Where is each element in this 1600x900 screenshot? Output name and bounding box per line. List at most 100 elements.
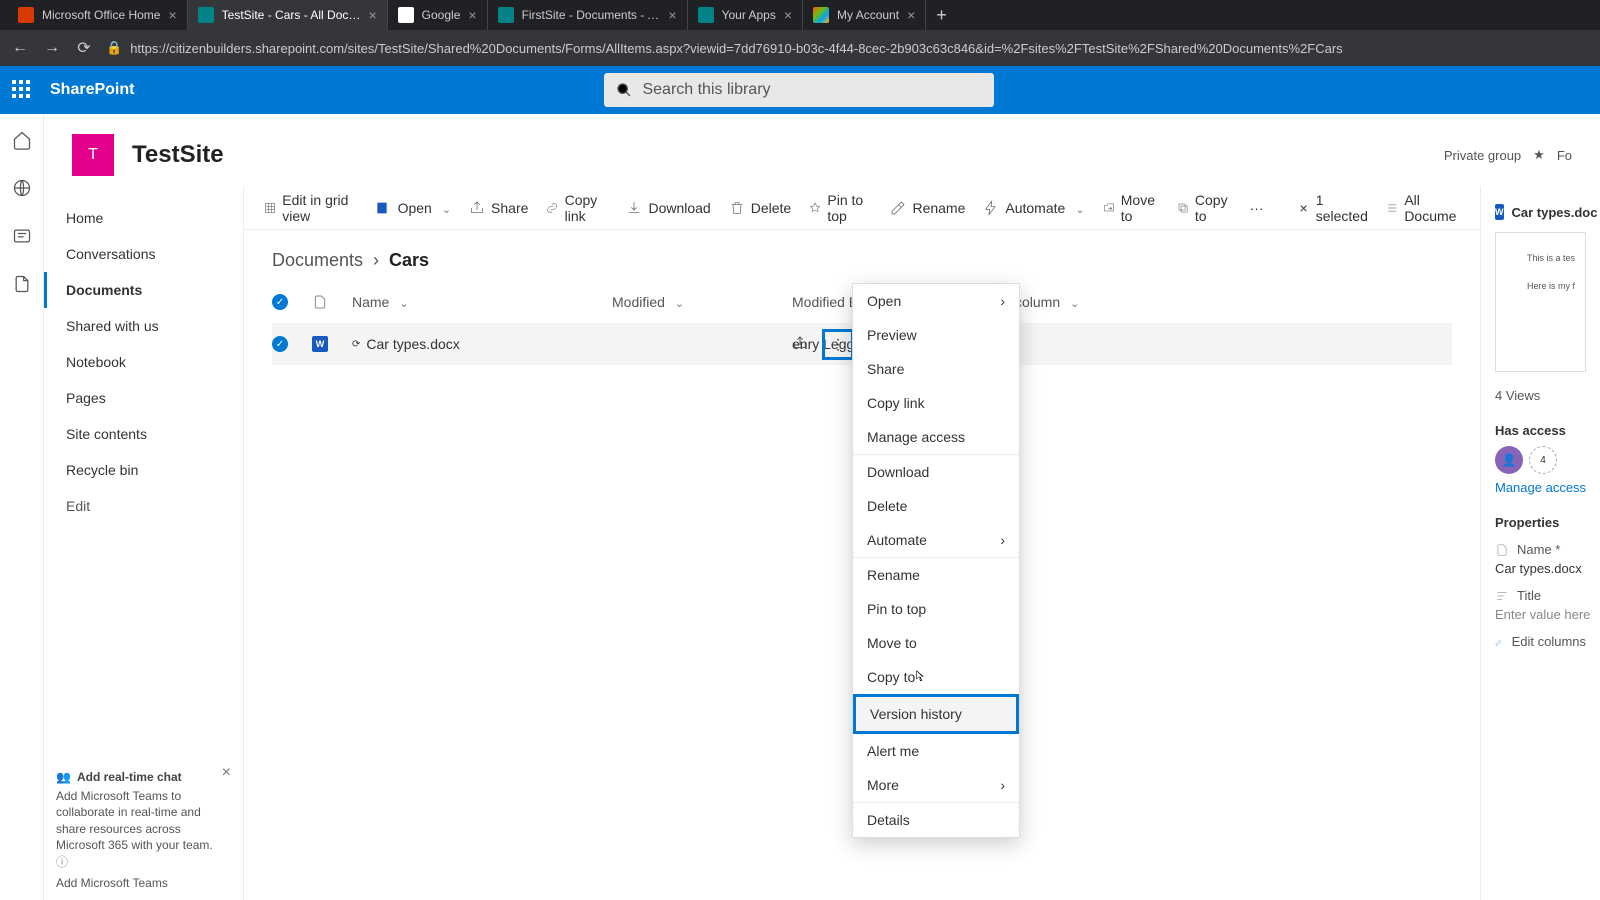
menu-open[interactable]: Open› bbox=[853, 284, 1019, 318]
tab-myaccount[interactable]: My Account× bbox=[803, 0, 926, 30]
more-actions-button[interactable]: ⋮ bbox=[822, 329, 854, 360]
address-bar: ← → ⟳ 🔒 https://citizenbuilders.sharepoi… bbox=[0, 30, 1600, 66]
teams-link[interactable]: Add Microsoft Teams bbox=[56, 876, 231, 890]
nav-shared[interactable]: Shared with us bbox=[44, 308, 243, 344]
nav-pages[interactable]: Pages bbox=[44, 380, 243, 416]
selection-info[interactable]: ×1 selected bbox=[1300, 192, 1368, 224]
file-preview[interactable]: This is a tes Here is my f bbox=[1495, 232, 1586, 372]
download-button[interactable]: Download bbox=[626, 200, 710, 216]
pin-button[interactable]: Pin to top bbox=[809, 192, 872, 224]
access-count[interactable]: 4 bbox=[1529, 446, 1557, 474]
select-all-check[interactable]: ✓ bbox=[272, 294, 288, 310]
prop-name-value[interactable]: Car types.docx bbox=[1495, 561, 1586, 576]
reload-button[interactable]: ⟳ bbox=[74, 38, 94, 58]
edit-grid-button[interactable]: Edit in grid view bbox=[264, 192, 358, 224]
more-button[interactable]: ··· bbox=[1250, 200, 1264, 216]
tab-google[interactable]: Google× bbox=[388, 0, 488, 30]
site-logo[interactable]: T bbox=[72, 134, 114, 176]
details-filename: Car types.doc bbox=[1512, 205, 1598, 220]
delete-button[interactable]: Delete bbox=[729, 200, 791, 216]
files-icon[interactable] bbox=[12, 274, 32, 294]
text-icon bbox=[1495, 589, 1509, 603]
close-icon[interactable]: × bbox=[368, 7, 376, 23]
close-icon[interactable]: × bbox=[907, 7, 915, 23]
share-button[interactable]: Share bbox=[469, 200, 528, 216]
menu-more[interactable]: More› bbox=[853, 768, 1019, 802]
menu-version-history[interactable]: Version history bbox=[853, 694, 1019, 734]
url-text: https://citizenbuilders.sharepoint.com/s… bbox=[130, 41, 1343, 56]
nav-conversations[interactable]: Conversations bbox=[44, 236, 243, 272]
close-icon[interactable]: × bbox=[468, 7, 476, 23]
teams-icon: 👥 bbox=[56, 770, 71, 784]
news-icon[interactable] bbox=[12, 226, 32, 246]
nav-recycle[interactable]: Recycle bin bbox=[44, 452, 243, 488]
menu-automate[interactable]: Automate› bbox=[853, 523, 1019, 557]
close-icon[interactable]: × bbox=[222, 764, 231, 782]
col-modified[interactable]: Modified bbox=[612, 294, 792, 310]
menu-preview[interactable]: Preview bbox=[853, 318, 1019, 352]
row-check[interactable]: ✓ bbox=[272, 336, 288, 352]
menu-rename[interactable]: Rename bbox=[853, 558, 1019, 592]
menu-copy[interactable]: Copy to bbox=[853, 660, 1019, 694]
menu-move[interactable]: Move to bbox=[853, 626, 1019, 660]
back-button[interactable]: ← bbox=[10, 39, 30, 57]
view-switch[interactable]: All Docume bbox=[1386, 192, 1460, 224]
properties-heading: Properties bbox=[1495, 515, 1586, 530]
tab-testsite[interactable]: TestSite - Cars - All Documents× bbox=[188, 0, 388, 30]
nav-sitecontents[interactable]: Site contents bbox=[44, 416, 243, 452]
search-box[interactable]: Search this library bbox=[604, 73, 994, 107]
close-icon[interactable]: × bbox=[168, 7, 176, 23]
copy-link-button[interactable]: Copy link bbox=[546, 192, 608, 224]
avatar[interactable]: 👤 bbox=[1495, 446, 1523, 474]
info-icon[interactable]: ⓘ bbox=[56, 855, 68, 869]
rename-button[interactable]: Rename bbox=[890, 200, 965, 216]
sync-icon: ⟳ bbox=[352, 339, 360, 350]
menu-download[interactable]: Download bbox=[853, 455, 1019, 489]
menu-copy-link[interactable]: Copy link bbox=[853, 386, 1019, 420]
nav-edit[interactable]: Edit bbox=[44, 488, 243, 524]
follow-star-icon[interactable]: ★ bbox=[1533, 147, 1545, 163]
nav-notebook[interactable]: Notebook bbox=[44, 344, 243, 380]
prop-title-placeholder[interactable]: Enter value here bbox=[1495, 607, 1586, 622]
app-launcher-icon[interactable] bbox=[12, 80, 32, 100]
menu-details[interactable]: Details bbox=[853, 803, 1019, 837]
breadcrumb: Documents › Cars bbox=[244, 230, 1480, 281]
home-icon[interactable] bbox=[12, 130, 32, 150]
forward-button[interactable]: → bbox=[42, 39, 62, 57]
close-icon[interactable]: × bbox=[668, 7, 676, 23]
tab-firstsite[interactable]: FirstSite - Documents - All Docu× bbox=[488, 0, 688, 30]
tabs-container: Microsoft Office Home× TestSite - Cars -… bbox=[8, 0, 926, 30]
prop-title-label: Title bbox=[1517, 588, 1541, 603]
col-name[interactable]: Name bbox=[352, 294, 612, 310]
menu-delete[interactable]: Delete bbox=[853, 489, 1019, 523]
close-icon[interactable]: × bbox=[1300, 200, 1308, 216]
chevron-down-icon bbox=[438, 200, 451, 216]
manage-access-link[interactable]: Manage access bbox=[1495, 480, 1586, 495]
close-icon[interactable]: × bbox=[784, 7, 792, 23]
file-icon bbox=[1495, 543, 1509, 557]
menu-manage-access[interactable]: Manage access bbox=[853, 420, 1019, 454]
open-button[interactable]: Open bbox=[376, 200, 451, 216]
command-bar: Edit in grid view Open Share Copy link D… bbox=[244, 186, 1480, 230]
nav-home[interactable]: Home bbox=[44, 200, 243, 236]
file-name[interactable]: Car types.docx bbox=[366, 336, 459, 352]
follow-label[interactable]: Fo bbox=[1557, 148, 1572, 163]
tab-office[interactable]: Microsoft Office Home× bbox=[8, 0, 188, 30]
share-icon[interactable] bbox=[792, 335, 808, 354]
menu-pin[interactable]: Pin to top bbox=[853, 592, 1019, 626]
edit-columns-link[interactable]: Edit columns bbox=[1495, 634, 1586, 649]
menu-alert[interactable]: Alert me bbox=[853, 734, 1019, 768]
new-tab-button[interactable]: + bbox=[926, 5, 957, 26]
automate-button[interactable]: Automate bbox=[983, 200, 1084, 216]
tab-yourapps[interactable]: Your Apps× bbox=[688, 0, 803, 30]
url-field[interactable]: 🔒 https://citizenbuilders.sharepoint.com… bbox=[106, 40, 1590, 56]
breadcrumb-root[interactable]: Documents bbox=[272, 250, 363, 271]
brand-label[interactable]: SharePoint bbox=[50, 81, 134, 99]
menu-share[interactable]: Share bbox=[853, 352, 1019, 386]
copy-button[interactable]: Copy to bbox=[1177, 192, 1232, 224]
globe-icon[interactable] bbox=[12, 178, 32, 198]
move-button[interactable]: Move to bbox=[1103, 192, 1159, 224]
chevron-right-icon: › bbox=[1000, 532, 1005, 548]
nav-documents[interactable]: Documents bbox=[44, 272, 243, 308]
site-name[interactable]: TestSite bbox=[132, 141, 224, 169]
